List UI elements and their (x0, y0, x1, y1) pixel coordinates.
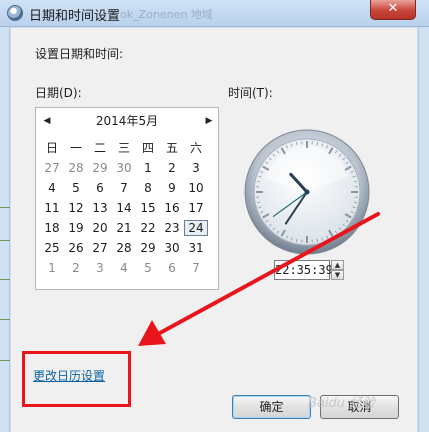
instruction-text: 设置日期和时间: (35, 47, 124, 61)
date-label: 日期(D): (35, 86, 82, 100)
calendar-week-row: 1234567 (40, 260, 216, 276)
calendar-day[interactable]: 2 (64, 260, 88, 276)
calendar-day[interactable]: 1 (136, 160, 160, 176)
calendar-day[interactable]: 3 (88, 260, 112, 276)
calendar-day[interactable]: 22 (136, 220, 160, 236)
calendar-day[interactable]: 6 (160, 260, 184, 276)
calendar-day[interactable]: 28 (64, 160, 88, 176)
calendar-day[interactable]: 26 (64, 240, 88, 256)
weekday-label: 五 (165, 141, 178, 155)
weekday-label: 三 (117, 141, 130, 155)
calendar-day[interactable]: 2 (160, 160, 184, 176)
window-frame-right (418, 27, 429, 432)
calendar-day[interactable]: 1 (40, 260, 64, 276)
calendar-day[interactable]: 7 (184, 260, 208, 276)
weekday-label: 六 (189, 141, 202, 155)
calendar-day[interactable]: 12 (64, 200, 88, 216)
calendar-day[interactable]: 28 (112, 240, 136, 256)
window-title: 日期和时间设置 (29, 9, 121, 24)
calendar-day[interactable]: 4 (112, 260, 136, 276)
calendar-day[interactable]: 29 (88, 160, 112, 176)
calendar-day[interactable]: 18 (40, 220, 64, 236)
time-spin-down-button[interactable]: ▼ (331, 270, 344, 280)
time-input[interactable]: 22:35:39 (274, 260, 333, 280)
weekday-label: 四 (141, 141, 154, 155)
calendar-day[interactable]: 25 (40, 240, 64, 256)
calendar-day[interactable]: 30 (112, 160, 136, 176)
calendar-day[interactable]: 30 (160, 240, 184, 256)
calendar-week-row: 4 5 6 7 8 9 10 (40, 180, 216, 196)
calendar-day[interactable]: 5 (64, 180, 88, 196)
window-frame-left (0, 27, 10, 432)
dialog-body: 设置日期和时间: 日期(D): 时间(T): ◀ 2014年5月 ▶ 日一二三四… (11, 28, 417, 432)
calendar-day[interactable]: 27 (88, 240, 112, 256)
calendar-day[interactable]: 23 (160, 220, 184, 236)
calendar-day[interactable]: 15 (136, 200, 160, 216)
calendar-day[interactable]: 10 (184, 180, 208, 196)
calendar-day[interactable]: 5 (136, 260, 160, 276)
analog-clock (243, 128, 371, 256)
annotation-highlight-box (22, 351, 131, 407)
calendar-day[interactable]: 7 (112, 180, 136, 196)
calendar: ◀ 2014年5月 ▶ 日一二三四五六 27 28 29 30 1 2 3 4 5 6 7 8 9 10 1… (35, 107, 219, 290)
calendar-week-row: 25 26 27 28 29 30 31 (40, 240, 216, 256)
calendar-day[interactable]: 16 (160, 200, 184, 216)
calendar-day[interactable]: 8 (136, 180, 160, 196)
calendar-day[interactable]: 4 (40, 180, 64, 196)
month-title[interactable]: 2014年5月 (36, 112, 218, 129)
calendar-day-selected[interactable]: 24 (184, 220, 208, 236)
calendar-day[interactable]: 13 (88, 200, 112, 216)
close-button[interactable]: ✕ (370, 0, 416, 20)
calendar-day[interactable]: 3 (184, 160, 208, 176)
calendar-day[interactable]: 11 (40, 200, 64, 216)
calendar-day[interactable]: 27 (40, 160, 64, 176)
background-window-text: ok_Zonenen 地域 (120, 8, 213, 21)
calendar-day[interactable]: 19 (64, 220, 88, 236)
weekday-label: 二 (93, 141, 106, 155)
title-bar: 日期和时间设置 ok_Zonenen 地域 ✕ (0, 0, 429, 27)
weekday-label: 一 (69, 141, 82, 155)
calendar-day[interactable]: 17 (184, 200, 208, 216)
calendar-week-row: 27 28 29 30 1 2 3 (40, 160, 216, 176)
watermark: Baidu 经验 (308, 396, 376, 411)
calendar-day[interactable]: 31 (184, 240, 208, 256)
time-label: 时间(T): (228, 86, 273, 100)
calendar-week-row: 11 12 13 14 15 16 17 (40, 200, 216, 216)
weekday-label: 日 (45, 141, 58, 155)
clock-face (244, 129, 370, 255)
weekday-header: 日一二三四五六 (40, 140, 216, 156)
calendar-day[interactable]: 20 (88, 220, 112, 236)
calendar-day[interactable]: 6 (88, 180, 112, 196)
next-month-button[interactable]: ▶ (202, 115, 216, 127)
time-spin-up-button[interactable]: ▲ (331, 260, 344, 270)
calendar-day[interactable]: 14 (112, 200, 136, 216)
calendar-day[interactable]: 29 (136, 240, 160, 256)
calendar-day[interactable]: 21 (112, 220, 136, 236)
calendar-day[interactable]: 9 (160, 180, 184, 196)
ok-button[interactable]: 确定 (232, 395, 311, 419)
calendar-week-row: 18 19 20 21 22 23 24 (40, 220, 216, 236)
clock-icon (7, 5, 23, 21)
